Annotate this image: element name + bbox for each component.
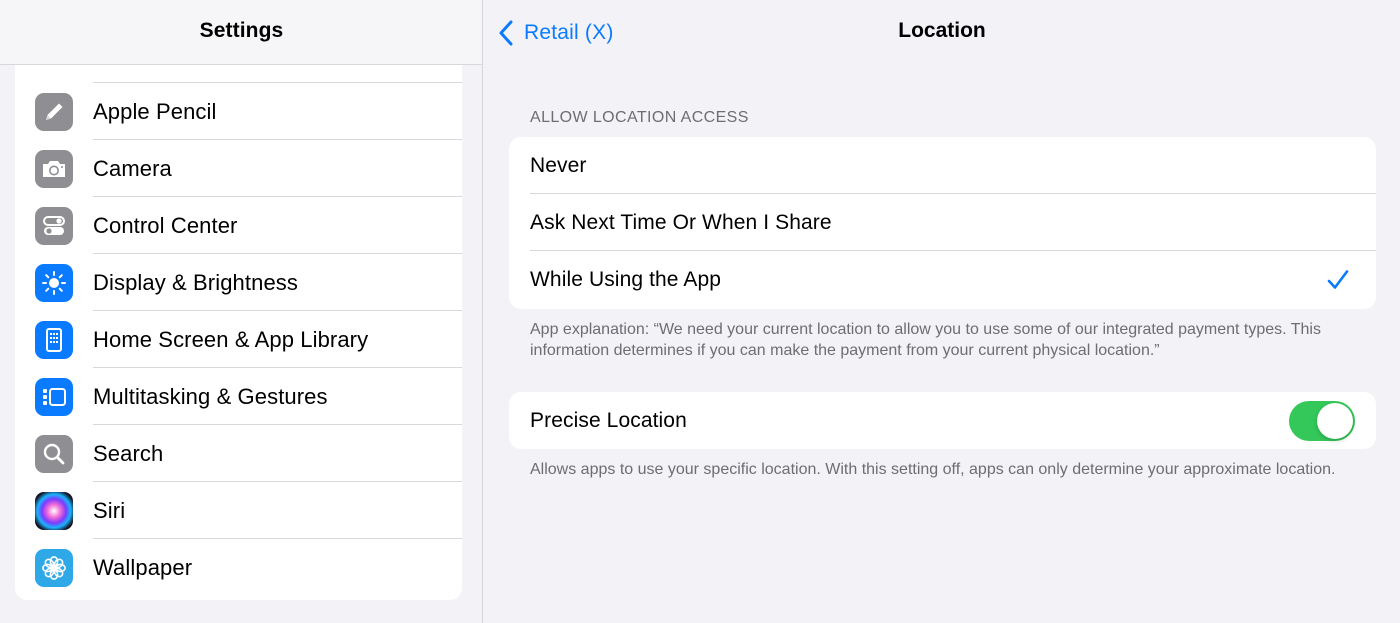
- sidebar-item-label: Apple Pencil: [93, 98, 217, 124]
- sun-icon: [35, 263, 73, 302]
- option-while-using-app[interactable]: While Using the App: [509, 251, 1376, 309]
- sidebar-item-label: Home Screen & App Library: [93, 326, 369, 352]
- option-never[interactable]: Never: [509, 137, 1376, 194]
- sidebar-header: Settings: [0, 0, 482, 65]
- sidebar-item-multitasking[interactable]: Multitasking & Gestures: [15, 368, 462, 425]
- sidebar-item-label: Camera: [93, 155, 172, 181]
- search-icon: [35, 434, 73, 473]
- flower-icon: [35, 548, 73, 587]
- sidebar-item-search[interactable]: Search: [15, 425, 462, 482]
- siri-icon: [35, 491, 73, 530]
- toggle-knob: [1317, 403, 1353, 439]
- section-header-location-access: ALLOW LOCATION ACCESS: [530, 109, 749, 126]
- precise-location-group: Precise Location: [509, 392, 1376, 449]
- sidebar-item-apple-pencil[interactable]: Apple Pencil: [15, 83, 462, 140]
- location-access-explanation: App explanation: “We need your current l…: [530, 321, 1321, 359]
- precise-location-toggle[interactable]: [1289, 401, 1355, 441]
- sidebar-item-label: Search: [93, 440, 164, 466]
- option-label: While Using the App: [530, 268, 722, 291]
- pencil-icon: [35, 92, 73, 131]
- location-detail-pane: Retail (X) Location ALLOW LOCATION ACCES…: [484, 0, 1400, 623]
- home-screen-icon: [35, 320, 73, 359]
- sidebar-item-label: Multitasking & Gestures: [93, 383, 328, 409]
- sidebar-item-camera[interactable]: Camera: [15, 140, 462, 197]
- page-title: Location: [898, 19, 986, 42]
- sidebar-item-control-center[interactable]: Control Center: [15, 197, 462, 254]
- sidebar-item-label: Display & Brightness: [93, 269, 298, 295]
- precise-location-explanation: Allows apps to use your specific locatio…: [530, 461, 1336, 478]
- precise-location-row: Precise Location: [509, 392, 1376, 449]
- location-access-options: Never Ask Next Time Or When I Share Whil…: [509, 137, 1376, 309]
- camera-icon: [35, 149, 73, 188]
- precise-location-label: Precise Location: [530, 408, 687, 432]
- option-label: Never: [530, 153, 587, 177]
- sidebar-item-home-screen[interactable]: Home Screen & App Library: [15, 311, 462, 368]
- option-ask-next-time[interactable]: Ask Next Time Or When I Share: [509, 194, 1376, 251]
- sidebar-item-label: Siri: [93, 497, 126, 523]
- sidebar-item-display-brightness[interactable]: Display & Brightness: [15, 254, 462, 311]
- multitasking-icon: [35, 377, 73, 416]
- sidebar-item-label: Wallpaper: [93, 554, 193, 580]
- sidebar-title: Settings: [199, 19, 284, 42]
- checkmark-icon: [1327, 270, 1349, 289]
- settings-sidebar: Settings Apple Pencil Camera Control Cen…: [0, 0, 483, 623]
- sidebar-item-siri[interactable]: Siri: [15, 482, 462, 539]
- toggles-icon: [35, 206, 73, 245]
- sidebar-list: Apple Pencil Camera Control Center Displ…: [15, 25, 462, 600]
- sidebar-item-wallpaper[interactable]: Wallpaper: [15, 539, 462, 596]
- option-label: Ask Next Time Or When I Share: [530, 210, 832, 234]
- sidebar-item-label: Control Center: [93, 212, 238, 238]
